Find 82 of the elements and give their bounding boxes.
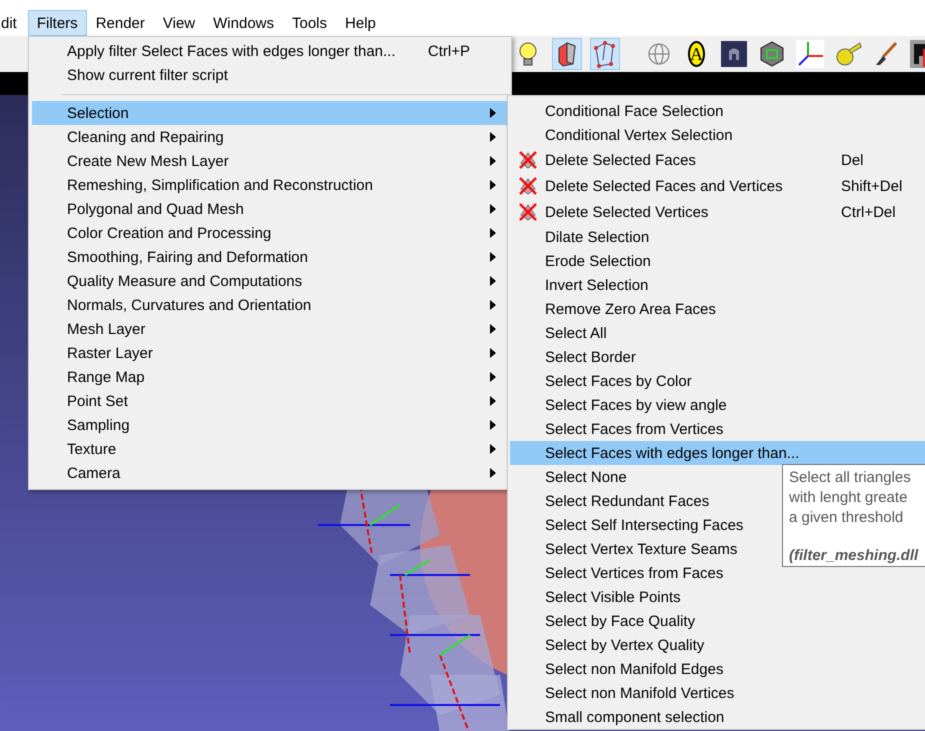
menu-item[interactable]: Select Border <box>510 345 841 369</box>
axes-button[interactable] <box>795 38 825 70</box>
menu-item[interactable]: View <box>154 10 204 36</box>
menu-item[interactable]: Range Map <box>32 365 508 389</box>
tape-measure-icon <box>834 40 862 68</box>
tooltip-text: Select all triangles <box>789 469 912 488</box>
letter-a-button[interactable]: A <box>688 41 705 67</box>
menu-item[interactable]: Texture <box>32 437 508 461</box>
submenu-arrow-icon <box>490 204 496 214</box>
menu-item[interactable]: Render <box>86 10 154 36</box>
menu-item[interactable]: Selection <box>32 101 508 125</box>
tooltip-text: with lenght greate <box>789 489 908 508</box>
menu-item[interactable]: Select by Face Quality <box>510 609 841 633</box>
menu-item[interactable]: Filters <box>28 10 87 36</box>
submenu-arrow-icon <box>490 468 496 478</box>
menu-item[interactable]: Dilate Selection <box>510 225 841 249</box>
submenu-arrow-icon <box>490 132 496 142</box>
box-button[interactable] <box>552 38 582 70</box>
submenu-arrow-icon <box>490 324 496 334</box>
tooltip-source: (filter_meshing.dll <box>789 547 920 564</box>
menu-item[interactable]: Smoothing, Fairing and Deformation <box>32 245 508 269</box>
menu-item[interactable]: Select Visible Points <box>510 585 841 609</box>
menu-item[interactable]: Select Faces by view angle <box>510 393 841 417</box>
menu-item[interactable]: Show current filter script <box>32 63 508 87</box>
menu-item[interactable]: Tools <box>283 10 336 36</box>
menu-item[interactable]: Raster Layer <box>32 341 508 365</box>
submenu-arrow-icon <box>490 420 496 430</box>
delete-cross-icon <box>516 201 538 223</box>
menu-item[interactable]: Cleaning and Repairing <box>32 125 508 149</box>
submenu-arrow-icon <box>490 228 496 238</box>
menu-item[interactable]: Windows <box>204 10 283 36</box>
menu-item[interactable]: Color Creation and Processing <box>32 221 508 245</box>
menu-item[interactable]: Help <box>336 10 385 36</box>
wireframe-button[interactable] <box>590 38 620 70</box>
submenu-arrow-icon <box>490 180 496 190</box>
menu-item[interactable]: Delete Selected Faces Del <box>510 147 864 173</box>
submenu-arrow-icon <box>490 108 496 118</box>
shortcut-label: Shift+Del <box>841 178 902 194</box>
menu-item[interactable]: Select by Vertex Quality <box>510 633 841 657</box>
menu-item[interactable]: Apply filter Select Faces with edges longer than... Ctrl+P <box>32 39 508 63</box>
menu-item[interactable]: Select non Manifold Edges <box>510 657 841 681</box>
submenu-arrow-icon <box>490 372 496 382</box>
submenu-arrow-icon <box>490 156 496 166</box>
menu-item[interactable]: Conditional Face Selection <box>510 99 841 123</box>
delete-cross-icon <box>516 175 538 197</box>
menu-item[interactable]: Delete Selected Faces and Vertices Shift+Del <box>510 173 902 199</box>
menu-item[interactable]: Polygonal and Quad Mesh <box>32 197 508 221</box>
tooltip-text: a given threshold <box>789 509 904 528</box>
shortcut-label: Ctrl+P <box>428 42 470 60</box>
menu-item[interactable]: Select All <box>510 321 841 345</box>
menu-item[interactable]: Camera <box>32 461 508 485</box>
menu-item[interactable]: Create New Mesh Layer <box>32 149 508 173</box>
arch-icon <box>720 40 748 68</box>
shortcut-label: Del <box>841 152 864 168</box>
menu-item[interactable]: Select Faces from Vertices <box>510 417 841 441</box>
menu-item[interactable]: Remeshing, Simplification and Reconstruction <box>32 173 508 197</box>
menu-item[interactable]: Point Set <box>32 389 508 413</box>
submenu-arrow-icon <box>490 276 496 286</box>
submenu-arrow-icon <box>490 444 496 454</box>
menu-item[interactable]: Erode Selection <box>510 249 841 273</box>
axes-icon <box>796 40 824 68</box>
arch-button[interactable] <box>719 38 749 70</box>
menu-item[interactable]: Small component selection <box>510 705 841 729</box>
menu-item[interactable]: Select Faces by Color <box>510 369 841 393</box>
menu-item[interactable]: Remove Zero Area Faces <box>510 297 841 321</box>
menu-item[interactable]: Delete Selected Vertices Ctrl+Del <box>510 199 896 225</box>
menu-item[interactable]: Normals, Curvatures and Orientation <box>32 293 508 317</box>
menu-item[interactable]: Mesh Layer <box>32 317 508 341</box>
shortcut-label: Ctrl+Del <box>841 204 896 220</box>
mesh-icon <box>758 40 786 68</box>
menu-item[interactable]: Select non Manifold Vertices <box>510 681 841 705</box>
submenu-arrow-icon <box>490 348 496 358</box>
menu-item[interactable]: Sampling <box>32 413 508 437</box>
submenu-arrow-icon <box>490 300 496 310</box>
menu-item[interactable]: dit <box>0 10 26 36</box>
submenu-arrow-icon <box>490 252 496 262</box>
menu-item[interactable]: Conditional Vertex Selection <box>510 123 841 147</box>
menu-item[interactable]: Select Faces with edges longer than... <box>510 441 925 465</box>
menu-item[interactable]: Invert Selection <box>510 273 841 297</box>
delete-cross-icon <box>516 149 538 171</box>
menu-item[interactable]: Quality Measure and Computations <box>32 269 508 293</box>
submenu-arrow-icon <box>490 396 496 406</box>
